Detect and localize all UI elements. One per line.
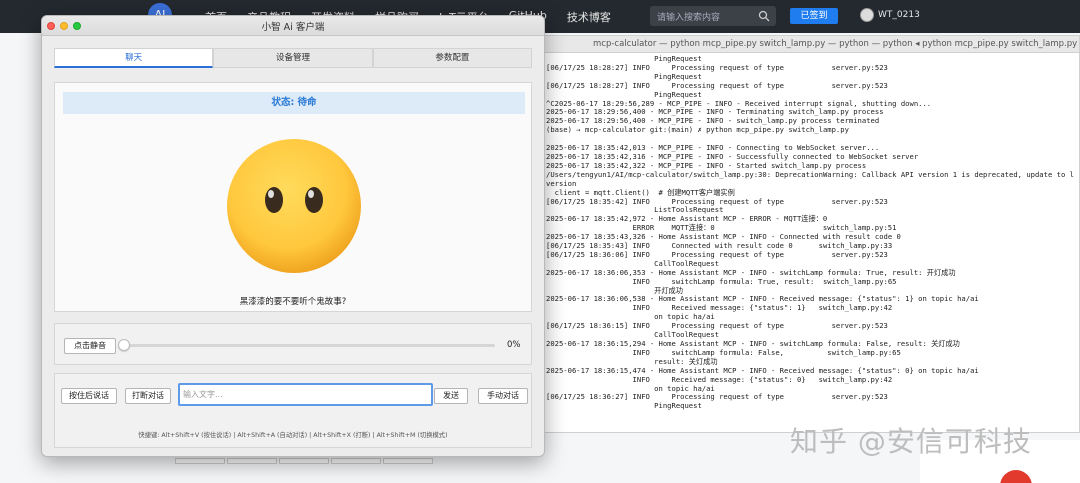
user-avatar[interactable] [860,8,874,22]
search-icon[interactable] [758,10,770,22]
username-label[interactable]: WT_0213 [878,10,920,20]
window-titlebar: 小智 Ai 客户端 [42,16,544,36]
app-window: 小智 Ai 客户端 聊天 设备管理 参数配置 状态: 待命 黑漆漆的要不要听个鬼… [41,15,545,457]
tab-chat[interactable]: 聊天 [54,48,214,68]
nav-link-blog[interactable]: 技术博客 [567,9,611,25]
site-bottom-tabs [175,458,433,464]
status-label: 状态: 待命 [63,92,525,114]
send-button[interactable]: 发送 [434,388,468,404]
tab-bar: 聊天 设备管理 参数配置 [54,48,532,68]
window-title: 小智 Ai 客户端 [261,22,325,33]
terminal-line: PingRequest [546,401,702,411]
shortcuts-hint: 快捷键: Alt+Shift+V (按住说话) | Alt+Shift+A (自… [138,432,448,439]
terminal-title: mcp-calculator — python mcp_pipe.py swit… [521,36,1079,53]
volume-controls: 点击静音 0% [54,323,532,365]
chat-panel: 状态: 待命 黑漆漆的要不要听个鬼故事? [54,82,532,312]
manual-conversation-button[interactable]: 手动对话 [478,388,528,404]
volume-slider-handle[interactable] [118,339,130,351]
site-search-placeholder: 请输入搜索内容 [657,13,721,23]
tab-settings[interactable]: 参数配置 [372,48,532,68]
push-to-talk-button[interactable]: 按住后说话 [61,388,117,404]
volume-value: 0% [507,340,521,350]
terminal-line: (base) → mcp-calculator git:(main) ✗ pyt… [546,125,849,135]
mute-button[interactable]: 点击静音 [64,338,116,354]
volume-slider[interactable] [118,339,495,351]
terminal-output: PingRequest [06/17/25 18:28:27] INFO Proc… [521,53,1079,411]
input-controls: 按住后说话 打断对话 发送 手动对话 快捷键: Alt+Shift+V (按住说… [54,373,532,448]
tab-device-management[interactable]: 设备管理 [213,48,373,68]
emoji-face-icon [227,139,361,273]
signin-button[interactable]: 已签到 [790,8,838,24]
terminal-window: mcp-calculator — python mcp_pipe.py swit… [520,35,1080,433]
watermark: 知乎 @安信可科技 [790,425,1032,458]
chat-caption: 黑漆漆的要不要听个鬼故事? [239,297,347,307]
interrupt-button[interactable]: 打断对话 [125,388,171,404]
site-search-input[interactable]: 请输入搜索内容 [650,6,776,26]
message-input[interactable] [178,383,433,406]
terminal-line: /Users/tengyun1/AI/mcp-calculator/switch… [546,169,1074,179]
